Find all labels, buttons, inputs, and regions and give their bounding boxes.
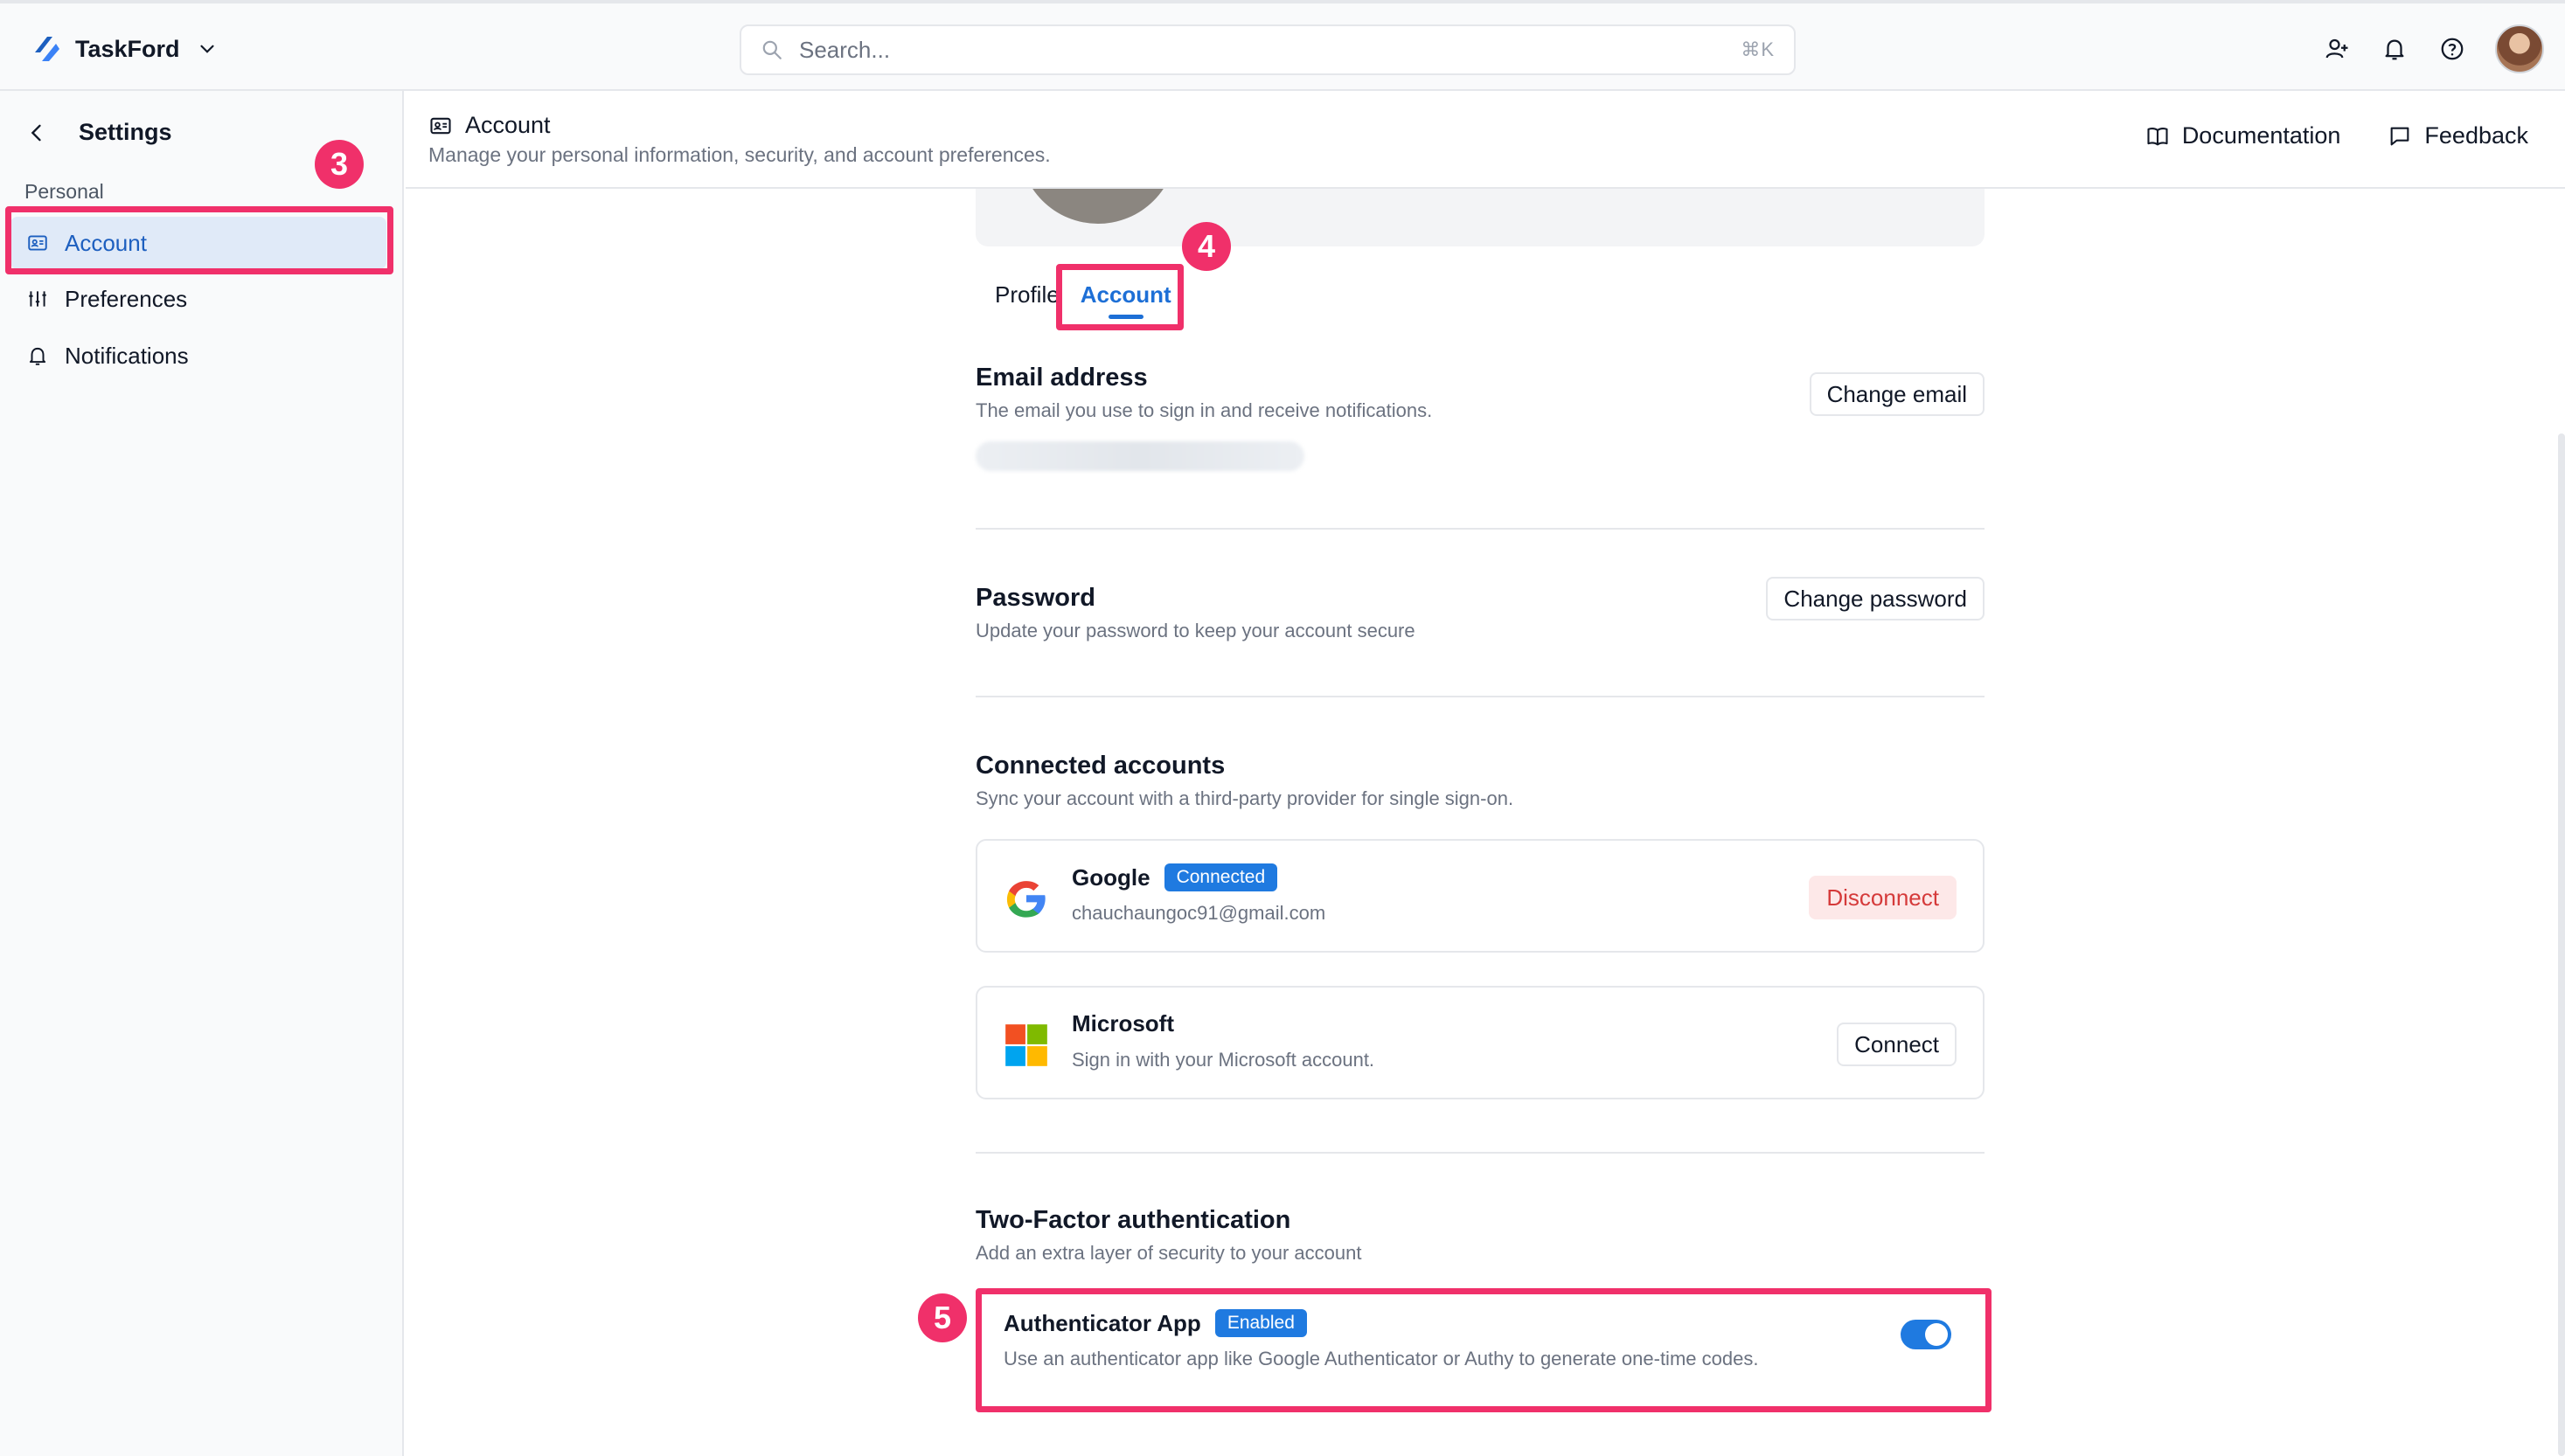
book-icon	[2147, 127, 2168, 145]
sidebar-header: Settings	[24, 119, 172, 146]
divider	[976, 1152, 1985, 1154]
divider	[976, 528, 1985, 530]
search-shortcut: ⌘K	[1741, 38, 1775, 60]
page-subtitle: Manage your personal information, securi…	[428, 143, 1051, 166]
sidebar-item-notifications[interactable]: Notifications	[10, 329, 386, 382]
connected-badge: Connected	[1164, 863, 1278, 891]
password-description: Update your password to keep your accoun…	[976, 620, 1415, 641]
sliders-icon	[29, 291, 46, 307]
two-factor-section: Two-Factor authentication Add an extra l…	[976, 1206, 1985, 1265]
bell-icon	[29, 347, 46, 365]
disconnect-button[interactable]: Disconnect	[1809, 876, 1957, 919]
provider-detail: Sign in with your Microsoft account.	[1072, 1049, 1375, 1071]
connect-button[interactable]: Connect	[1837, 1023, 1957, 1066]
step-marker-5: 5	[918, 1293, 967, 1342]
page-title-row: Account	[428, 112, 551, 139]
profile-photo	[1019, 189, 1177, 224]
workspace-name: TaskFord	[75, 35, 180, 62]
sidebar-title: Settings	[79, 119, 172, 145]
bell-icon[interactable]	[2380, 34, 2409, 64]
two-factor-description: Add an extra layer of security to your a…	[976, 1242, 1362, 1264]
help-icon[interactable]	[2437, 34, 2467, 64]
scrollbar[interactable]	[2558, 433, 2565, 1456]
change-password-button[interactable]: Change password	[1766, 577, 1985, 621]
highlight-authenticator-app	[976, 1288, 1992, 1412]
page-header: Account Manage your personal information…	[406, 91, 2565, 189]
highlight-account-tab	[1056, 264, 1184, 330]
taskford-logo-icon	[35, 37, 59, 61]
search-icon	[762, 40, 782, 59]
change-email-button[interactable]: Change email	[1809, 372, 1985, 416]
add-user-icon[interactable]	[2322, 34, 2352, 64]
two-factor-title: Two-Factor authentication	[976, 1206, 1291, 1234]
search-input[interactable]	[799, 36, 1741, 64]
password-section: Password Update your password to keep yo…	[976, 577, 1985, 642]
feedback-link[interactable]: Feedback	[2388, 122, 2528, 149]
message-icon	[2391, 127, 2409, 145]
email-value-blurred	[976, 441, 1304, 471]
microsoft-logo-icon	[1005, 1024, 1047, 1066]
search-bar[interactable]: ⌘K	[740, 24, 1796, 75]
chevron-down-icon	[199, 45, 214, 53]
workspace-switcher[interactable]: TaskFord	[31, 30, 219, 68]
provider-name: Google	[1072, 863, 1150, 891]
provider-detail: chauchaungoc91@gmail.com	[1072, 902, 1326, 924]
sidebar-item-label: Notifications	[65, 342, 189, 369]
back-arrow-icon[interactable]	[24, 121, 49, 145]
profile-card	[976, 189, 1985, 246]
step-marker-4: 4	[1182, 222, 1231, 271]
connected-accounts-description: Sync your account with a third-party pro…	[976, 787, 1514, 809]
email-section: Email address The email you use to sign …	[976, 364, 1985, 471]
sidebar-item-label: Preferences	[65, 285, 188, 312]
connected-accounts-title: Connected accounts	[976, 752, 1226, 780]
user-avatar[interactable]	[2495, 24, 2544, 73]
connected-accounts-section: Connected accounts Sync your account wit…	[976, 752, 1985, 810]
google-name-row: Google Connected	[1072, 863, 1278, 891]
microsoft-account-card: Microsoft Sign in with your Microsoft ac…	[976, 986, 1985, 1099]
google-account-card: Google Connected chauchaungoc91@gmail.co…	[976, 839, 1985, 953]
page-title: Account	[465, 112, 551, 138]
header-links: Documentation Feedback	[2145, 122, 2528, 149]
sidebar-item-preferences[interactable]: Preferences	[10, 273, 386, 325]
divider	[976, 696, 1985, 697]
microsoft-name-row: Microsoft	[1072, 1010, 1174, 1037]
top-actions	[2322, 23, 2544, 75]
feedback-label: Feedback	[2424, 122, 2528, 149]
id-card-icon	[430, 117, 451, 134]
settings-sidebar: Settings Personal Account Preferences No…	[0, 91, 404, 1456]
sidebar-section-label: Personal	[24, 180, 104, 203]
google-logo-icon	[1006, 881, 1046, 918]
highlight-account-sidebar	[5, 206, 393, 274]
provider-name: Microsoft	[1072, 1010, 1174, 1037]
documentation-label: Documentation	[2181, 122, 2341, 149]
top-bar: TaskFord ⌘K	[0, 0, 2565, 91]
documentation-link[interactable]: Documentation	[2145, 122, 2341, 149]
step-marker-3: 3	[315, 140, 364, 189]
